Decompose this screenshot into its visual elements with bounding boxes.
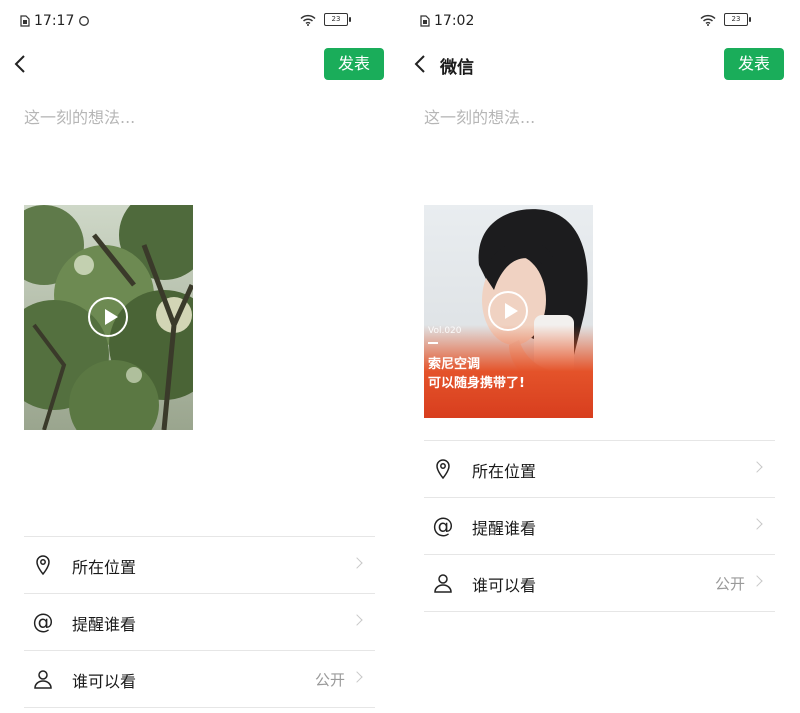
mention-row[interactable]: @ 提醒谁看 <box>24 593 375 650</box>
thought-input[interactable]: 这一刻的想法... <box>24 104 135 128</box>
post-button[interactable]: 发表 <box>724 48 784 80</box>
status-bar: 17:17 23 <box>0 0 400 44</box>
visibility-row[interactable]: 谁可以看 公开 <box>24 650 375 708</box>
location-row[interactable]: 所在位置 <box>424 440 775 497</box>
mention-label: 提醒谁看 <box>72 615 137 634</box>
video-divider <box>428 342 438 344</box>
visibility-label: 谁可以看 <box>472 576 537 595</box>
location-row[interactable]: 所在位置 <box>24 536 375 593</box>
thought-input[interactable]: 这一刻的想法... <box>424 104 535 128</box>
play-icon[interactable] <box>88 297 128 337</box>
battery-icon: 23 <box>724 13 751 26</box>
visibility-label: 谁可以看 <box>72 672 137 691</box>
person-icon <box>434 574 452 593</box>
chevron-right-icon <box>751 518 763 530</box>
options-list: 所在位置 @ 提醒谁看 谁可以看 公开 <box>24 536 375 708</box>
video-vol-label: Vol.020 <box>428 326 462 336</box>
chevron-right-icon <box>351 671 363 683</box>
visibility-value: 公开 <box>314 671 345 689</box>
battery-icon: 23 <box>324 13 351 26</box>
video-headline-1: 索尼空调 <box>428 357 481 372</box>
back-arrow-icon[interactable] <box>10 50 38 78</box>
post-button[interactable]: 发表 <box>324 48 384 80</box>
sync-icon <box>79 16 90 26</box>
location-label: 所在位置 <box>72 558 137 577</box>
svg-text:@: @ <box>433 515 454 537</box>
sim-icon <box>420 15 430 27</box>
chevron-right-icon <box>351 614 363 626</box>
chevron-right-icon <box>751 461 763 473</box>
mention-label: 提醒谁看 <box>472 519 537 538</box>
at-sign-icon: @ <box>33 611 54 633</box>
visibility-value: 公开 <box>714 575 745 593</box>
moments-compose-screen-right: 17:02 23 微信 发表 这一刻的想法... Vol.020 索尼空调 可以… <box>400 0 800 713</box>
video-headline-2: 可以随身携带了! <box>428 376 525 391</box>
wifi-icon <box>300 14 316 26</box>
at-sign-icon: @ <box>433 515 454 537</box>
play-icon[interactable] <box>488 291 528 331</box>
options-list: 所在位置 @ 提醒谁看 谁可以看 公开 <box>424 440 775 612</box>
moments-compose-screen-left: 17:17 23 发表 这一刻的想法... 所在位置 @ 提醒谁看 谁可以看 公… <box>0 0 400 713</box>
video-thumbnail[interactable] <box>24 205 193 430</box>
person-icon <box>34 670 52 689</box>
video-thumbnail[interactable]: Vol.020 索尼空调 可以随身携带了! <box>424 205 593 418</box>
location-pin-icon <box>36 555 50 576</box>
status-time: 17:17 <box>34 13 75 29</box>
location-label: 所在位置 <box>472 462 537 481</box>
chevron-right-icon <box>751 575 763 587</box>
status-time: 17:02 <box>434 13 475 29</box>
visibility-row[interactable]: 谁可以看 公开 <box>424 554 775 612</box>
back-arrow-icon[interactable] <box>410 50 438 78</box>
nav-bar: 微信 发表 <box>400 44 800 84</box>
nav-bar: 发表 <box>0 44 400 84</box>
nav-title: 微信 <box>440 58 474 78</box>
chevron-right-icon <box>351 557 363 569</box>
svg-text:@: @ <box>33 611 54 633</box>
wifi-icon <box>700 14 716 26</box>
mention-row[interactable]: @ 提醒谁看 <box>424 497 775 554</box>
sim-icon <box>20 15 30 27</box>
status-bar: 17:02 23 <box>400 0 800 44</box>
location-pin-icon <box>436 459 450 480</box>
